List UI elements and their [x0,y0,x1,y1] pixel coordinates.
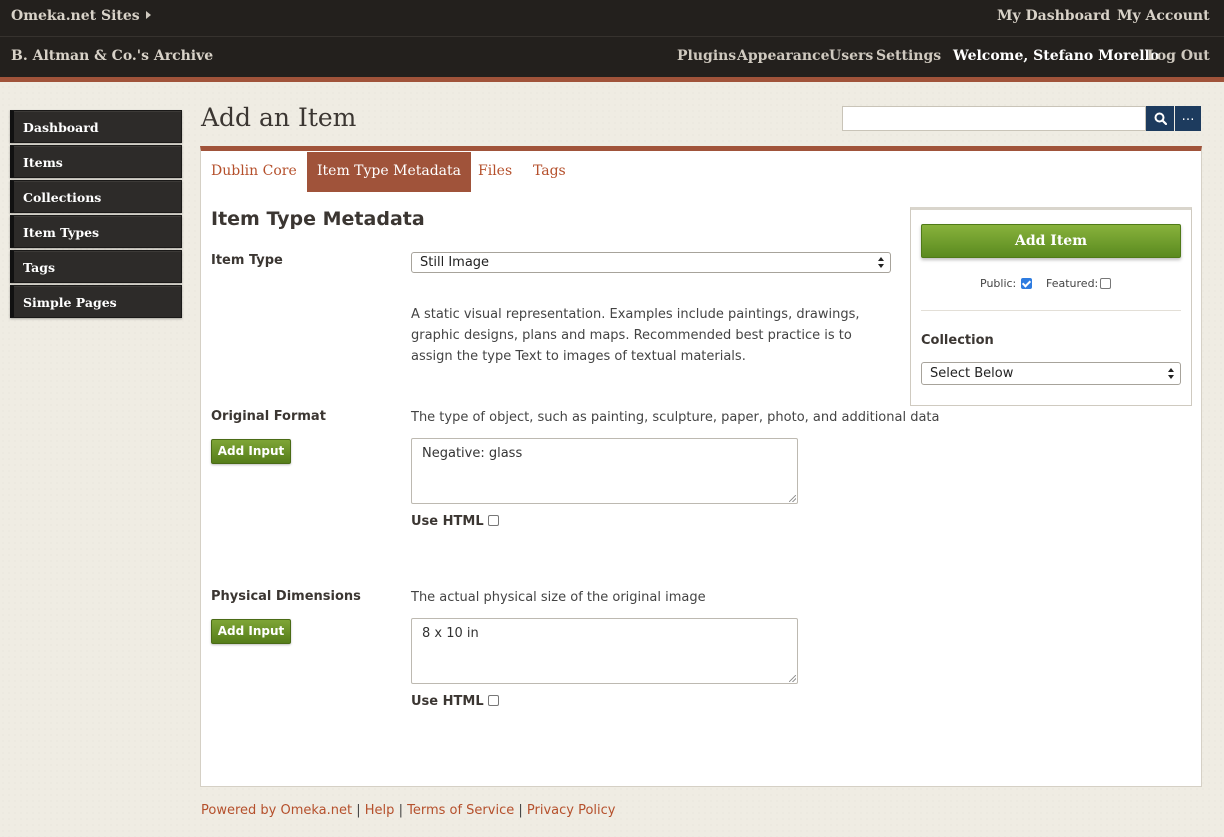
search-input[interactable] [842,106,1146,131]
page-title: Add an Item [201,103,357,132]
public-checkbox[interactable] [1021,278,1032,289]
help-link[interactable]: Help [365,803,395,818]
item-type-selected: Still Image [420,255,490,270]
use-html-checkbox[interactable] [487,515,499,526]
collection-selected: Select Below [930,366,1014,381]
resize-grip-icon[interactable] [789,675,796,682]
use-html-label: Use HTML [411,694,484,709]
add-input-original-format-button[interactable]: Add Input [211,439,291,464]
nav-users[interactable]: Users [829,48,873,64]
item-type-description: A static visual representation. Examples… [411,307,860,364]
tab-dublin-core[interactable]: Dublin Core [211,152,297,192]
select-arrows-icon [1168,368,1176,380]
use-html-physical-dimensions[interactable]: Use HTML [411,694,499,709]
add-item-button[interactable]: Add Item [921,224,1181,258]
physical-dimensions-description: The actual physical size of the original… [411,590,706,605]
collection-select[interactable]: Select Below [921,362,1181,385]
site-title[interactable]: B. Altman & Co.'s Archive [11,48,213,64]
tab-item-type-metadata[interactable]: Item Type Metadata [307,152,471,192]
tab-files[interactable]: Files [478,152,512,192]
my-dashboard-link[interactable]: My Dashboard [997,8,1110,24]
section-title: Item Type Metadata [211,208,425,230]
search-icon [1154,112,1167,125]
featured-checkbox[interactable] [1100,278,1111,289]
sidebar-item-tags[interactable]: Tags [10,250,182,283]
original-format-textarea[interactable]: Negative: glass [411,438,798,504]
nav-appearance[interactable]: Appearance [737,48,829,64]
use-html-checkbox[interactable] [487,695,499,706]
physical-dimensions-textarea[interactable]: 8 x 10 in [411,618,798,684]
use-html-label: Use HTML [411,514,484,529]
sidebar-item-collections[interactable]: Collections [10,180,182,213]
site-header: B. Altman & Co.'s Archive Plugins Appear… [0,37,1224,82]
admin-sidebar: Dashboard Items Collections Item Types T… [10,110,182,320]
featured-label: Featured: [1046,277,1099,290]
footer: Powered by Omeka.net | Help | Terms of S… [201,803,616,818]
footer-separator: | [398,803,403,818]
add-input-physical-dimensions-button[interactable]: Add Input [211,619,291,644]
my-account-link[interactable]: My Account [1117,8,1210,24]
welcome-user[interactable]: Welcome, Stefano Morello [953,48,1159,64]
collection-label: Collection [921,333,994,348]
physical-dimensions-label: Physical Dimensions [211,589,361,604]
network-bar: Omeka.net Sites My Dashboard My Account [0,0,1224,37]
public-label: Public: [980,277,1017,290]
sidebar-item-simple-pages[interactable]: Simple Pages [10,285,182,318]
omeka-sites-menu[interactable]: Omeka.net Sites [11,8,151,24]
original-format-description: The type of object, such as painting, sc… [411,410,940,425]
item-type-select[interactable]: Still Image [411,252,891,273]
powered-by-link[interactable]: Powered by Omeka.net [201,803,352,818]
chevron-right-icon [145,11,151,19]
footer-separator: | [356,803,361,818]
tab-tags[interactable]: Tags [533,152,566,192]
footer-separator: | [518,803,523,818]
terms-link[interactable]: Terms of Service [407,803,514,818]
divider [921,310,1181,311]
nav-settings[interactable]: Settings [876,48,941,64]
omeka-sites-label: Omeka.net Sites [11,8,140,24]
sidebar-item-items[interactable]: Items [10,145,182,178]
logout-link[interactable]: Log Out [1147,48,1210,64]
use-html-original-format[interactable]: Use HTML [411,514,499,529]
sidebar-item-dashboard[interactable]: Dashboard [10,110,182,143]
original-format-label: Original Format [211,409,326,424]
item-type-label: Item Type [211,253,283,268]
resize-grip-icon[interactable] [789,495,796,502]
search-button[interactable] [1146,106,1174,131]
sidebar-item-item-types[interactable]: Item Types [10,215,182,248]
advanced-search-button[interactable]: … [1175,106,1201,131]
physical-dimensions-value: 8 x 10 in [422,626,479,641]
select-arrows-icon [878,257,886,269]
nav-plugins[interactable]: Plugins [677,48,736,64]
privacy-link[interactable]: Privacy Policy [527,803,616,818]
original-format-value: Negative: glass [422,446,523,461]
